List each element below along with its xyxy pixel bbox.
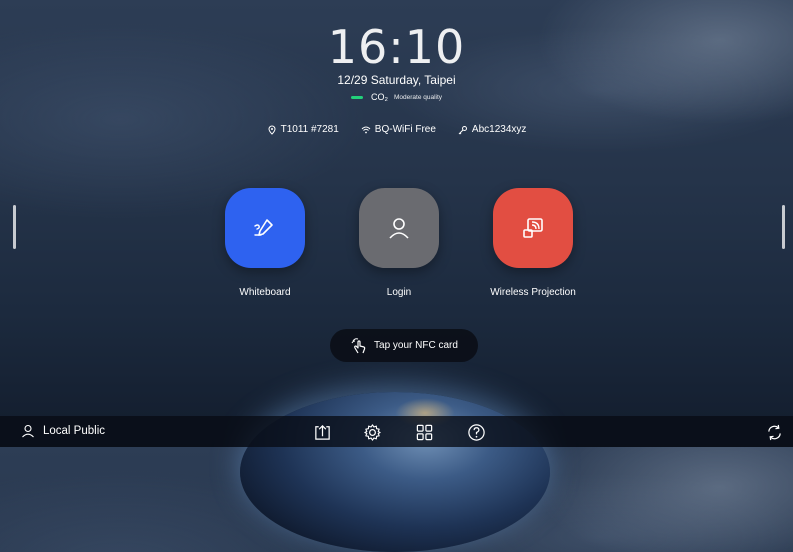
nfc-tap-icon (351, 337, 366, 353)
room-label: T1011 #7281 (280, 124, 339, 135)
help-button[interactable] (466, 422, 486, 442)
pen-icon (254, 219, 273, 236)
clock-time: 16:10 (327, 20, 466, 74)
current-user-button[interactable]: Local Public (21, 424, 105, 438)
co2-indicator: CO₂ Moderate quality (0, 92, 793, 102)
app-whiteboard[interactable]: Whiteboard (225, 188, 305, 298)
home-screen: 16:10 12/29 Saturday, Taipei CO₂ Moderat… (0, 0, 793, 552)
wireless-projection-app-tile[interactable] (493, 188, 573, 268)
room-info-row: T1011 #7281 BQ-WiFi Free Abc1234xyz (0, 124, 793, 135)
wireless-projection-label: Wireless Projection (490, 287, 576, 298)
share-upload-button[interactable] (312, 422, 332, 442)
wifi-info: BQ-WiFi Free (361, 124, 436, 135)
wifi-name: BQ-WiFi Free (374, 124, 436, 135)
user-icon (389, 218, 409, 239)
app-grid-icon (416, 424, 432, 440)
right-edge-handle[interactable] (782, 205, 785, 249)
settings-button[interactable] (362, 422, 382, 442)
co2-label: CO₂ (370, 92, 388, 102)
app-wireless-projection[interactable]: Wireless Projection (490, 188, 576, 298)
login-app-tile[interactable] (359, 188, 439, 268)
refresh-button[interactable] (764, 422, 784, 442)
wifi-password: Abc1234xyz (471, 124, 527, 135)
taskbar: Local Public (0, 416, 793, 447)
co2-status: Moderate quality (393, 93, 443, 101)
nfc-prompt-button[interactable]: Tap your NFC card (330, 329, 478, 362)
refresh-icon (767, 424, 781, 440)
user-label: Local Public (43, 425, 106, 437)
wifi-icon (361, 126, 371, 133)
app-login[interactable]: Login (359, 188, 439, 298)
settings-gear-icon (363, 423, 381, 441)
location-pin-icon (268, 124, 276, 135)
user-icon (22, 424, 34, 438)
cast-icon (523, 218, 543, 238)
whiteboard-app-tile[interactable] (225, 188, 305, 268)
key-icon (458, 125, 467, 134)
help-icon (467, 423, 485, 441)
clock-date: 12/29 Saturday, Taipei (337, 73, 456, 87)
co2-status-bar (350, 95, 363, 99)
upload-icon (314, 424, 330, 440)
nfc-label: Tap your NFC card (374, 340, 458, 351)
password-info: Abc1234xyz (458, 124, 526, 135)
room-info: T1011 #7281 (267, 124, 339, 135)
apps-button[interactable] (414, 422, 434, 442)
left-edge-handle[interactable] (13, 205, 16, 249)
